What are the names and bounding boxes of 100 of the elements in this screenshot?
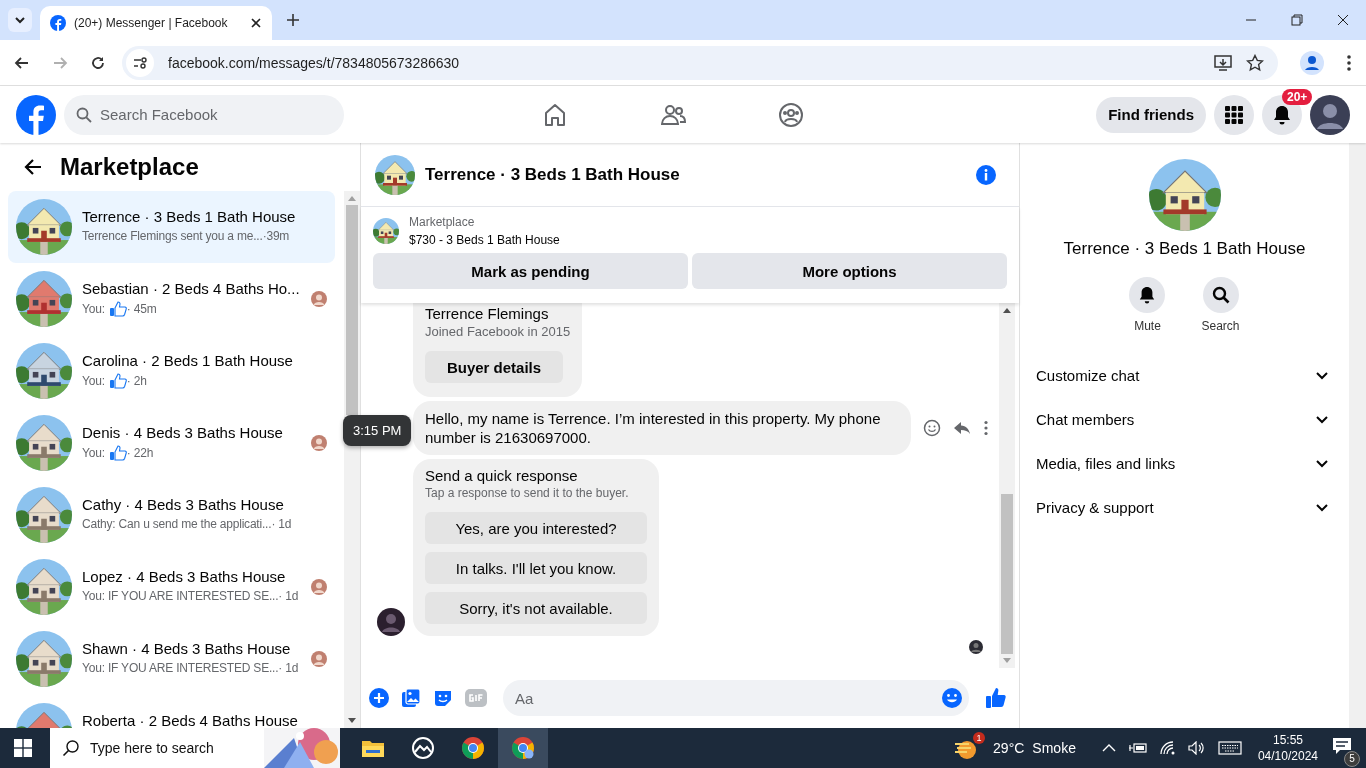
like-icon[interactable] [985, 687, 1007, 709]
back-icon[interactable] [14, 54, 30, 71]
like-icon [108, 301, 127, 317]
listing-action-button[interactable]: More options [692, 253, 1007, 289]
conversation-item[interactable]: Cathy · 4 Beds 3 Baths House Cathy: Can u send me the applicati...· 1d [8, 479, 335, 551]
message-preview: You: [82, 446, 105, 460]
conversation-title: Sebastian · 2 Beds 4 Baths Ho... [82, 280, 301, 297]
scroll-up-icon[interactable] [1003, 307, 1011, 313]
clock-time: 15:55 [1272, 733, 1303, 747]
conversation-title: Cathy · 4 Beds 3 Baths House [82, 496, 285, 513]
panel-title: Marketplace [60, 153, 199, 181]
sender-avatar [377, 608, 405, 636]
sticker-icon[interactable] [433, 688, 453, 708]
groups-icon[interactable] [778, 101, 804, 128]
volume-icon[interactable] [1187, 741, 1206, 755]
apps-menu-button[interactable] [1214, 94, 1254, 135]
temperature: 29°C [993, 740, 1025, 756]
search-icon [1211, 286, 1230, 304]
find-friends-button[interactable]: Find friends [1096, 96, 1206, 133]
battery-icon[interactable] [1127, 741, 1148, 755]
settings-section[interactable]: Privacy & support [1028, 485, 1341, 529]
chevron-down-icon [14, 14, 26, 26]
new-tab-icon[interactable] [286, 13, 300, 27]
scrollbar[interactable] [1349, 143, 1366, 728]
conversation-item[interactable]: Sebastian · 2 Beds 4 Baths Ho... You: · 45m [8, 263, 335, 335]
quick-response-button[interactable]: Sorry, it's not available. [425, 592, 647, 624]
conversation-item[interactable]: Denis · 4 Beds 3 Baths House You: · 22h [8, 407, 335, 479]
chrome-icon[interactable] [511, 736, 535, 760]
facebook-icon [50, 15, 66, 31]
search-icon [76, 106, 92, 123]
browser-tab[interactable]: (20+) Messenger | Facebook [40, 6, 272, 40]
restore-icon[interactable] [1291, 14, 1303, 26]
wifi-icon[interactable] [1159, 741, 1176, 755]
seen-avatar [969, 640, 983, 654]
joined-text: Joined Facebook in 2015 [425, 324, 571, 339]
profile-avatar[interactable] [1310, 94, 1350, 135]
settings-section[interactable]: Customize chat [1028, 353, 1341, 397]
profile-icon[interactable] [1300, 50, 1324, 75]
notification-center-icon[interactable] [1332, 737, 1352, 755]
reply-icon[interactable] [953, 419, 971, 437]
folder-icon[interactable] [361, 738, 385, 758]
weather-badge: 1 [973, 732, 986, 744]
close-icon[interactable] [1337, 14, 1349, 26]
action-button[interactable] [1129, 277, 1166, 313]
site-settings-icon[interactable] [126, 48, 154, 77]
app-icon[interactable] [411, 736, 435, 760]
buyer-name: Terrence Flemings [425, 305, 550, 322]
clock-date: 04/10/2024 [1257, 749, 1318, 763]
taskbar-search-field[interactable]: Type here to search [50, 728, 264, 768]
facebook-logo[interactable] [16, 94, 56, 135]
chevron-up-icon[interactable] [1101, 743, 1116, 753]
chrome-icon[interactable] [461, 736, 485, 760]
menu-icon[interactable] [1346, 53, 1352, 72]
keyboard-icon[interactable] [1217, 741, 1242, 755]
weather-condition: Smoke [1032, 740, 1076, 756]
message-time: · 2h [126, 374, 147, 388]
message-field[interactable]: Aa [503, 680, 969, 716]
close-icon[interactable] [250, 17, 262, 29]
bell-icon [1272, 104, 1292, 125]
quick-response-button[interactable]: Yes, are you interested? [425, 512, 647, 544]
message-time: · 1d [278, 661, 299, 675]
conversation-item[interactable]: Terrence · 3 Beds 1 Bath House Terrence Flemings sent you a me...·39m [8, 191, 335, 263]
buyer-details-button[interactable]: Buyer details [425, 351, 563, 383]
reload-icon[interactable] [90, 54, 106, 71]
star-icon[interactable] [1246, 53, 1264, 72]
scroll-down-icon[interactable] [348, 718, 356, 724]
conversation-item[interactable]: Lopez · 4 Beds 3 Baths House You: IF YOU ARE INTERESTED SE...· 1d [8, 551, 335, 623]
message-time-tooltip: 3:15 PM [343, 415, 412, 446]
windows-start-icon[interactable] [14, 739, 32, 757]
conversation-title: Shawn · 4 Beds 3 Baths House [82, 640, 292, 657]
message-time: · 1d [271, 517, 292, 531]
tab-list-button[interactable] [8, 8, 32, 32]
plus-icon[interactable] [369, 688, 389, 708]
message-preview: You: [82, 374, 105, 388]
notification-badge: 5 [1344, 751, 1360, 767]
conversation-item[interactable]: Carolina · 2 Beds 1 Bath House You: · 2h [8, 335, 335, 407]
more-icon[interactable] [983, 420, 989, 436]
conversation-title: Carolina · 2 Beds 1 Bath House [82, 352, 294, 369]
quick-response-button[interactable]: In talks. I'll let you know. [425, 552, 647, 584]
listing-title: $730 - 3 Beds 1 Bath House [409, 233, 560, 247]
scrollbar[interactable] [999, 303, 1015, 668]
info-icon[interactable] [975, 163, 997, 186]
conversation-item[interactable]: Shawn · 4 Beds 3 Baths House You: IF YOU ARE INTERESTED SE...· 1d [8, 623, 335, 695]
install-icon[interactable] [1214, 53, 1232, 72]
home-icon[interactable] [542, 101, 568, 128]
settings-section[interactable]: Media, files and links [1028, 441, 1341, 485]
conversation-title: Terrence · 3 Beds 1 Bath House [82, 208, 297, 225]
back-icon[interactable] [24, 158, 42, 176]
contact-name: Terrence · 3 Beds 1 Bath House [1063, 239, 1306, 259]
settings-section[interactable]: Chat members [1028, 397, 1341, 441]
search-field[interactable]: Search Facebook [64, 94, 344, 135]
listing-action-button[interactable]: Mark as pending [373, 253, 688, 289]
emoji-icon[interactable] [941, 687, 963, 709]
conversation-title: Denis · 4 Beds 3 Baths House [82, 424, 284, 441]
address-field[interactable]: facebook.com/messages/t/7834805673286630 [122, 45, 1278, 80]
image-icon[interactable] [401, 688, 421, 708]
conversation-title: Roberta · 2 Beds 4 Baths House [82, 712, 299, 728]
emoji-icon[interactable] [923, 419, 941, 437]
action-button[interactable] [1202, 277, 1239, 313]
message-bubble: Hello, my name is Terrence. I’m interested in this property. My phone number is 21630697000. [413, 401, 911, 455]
